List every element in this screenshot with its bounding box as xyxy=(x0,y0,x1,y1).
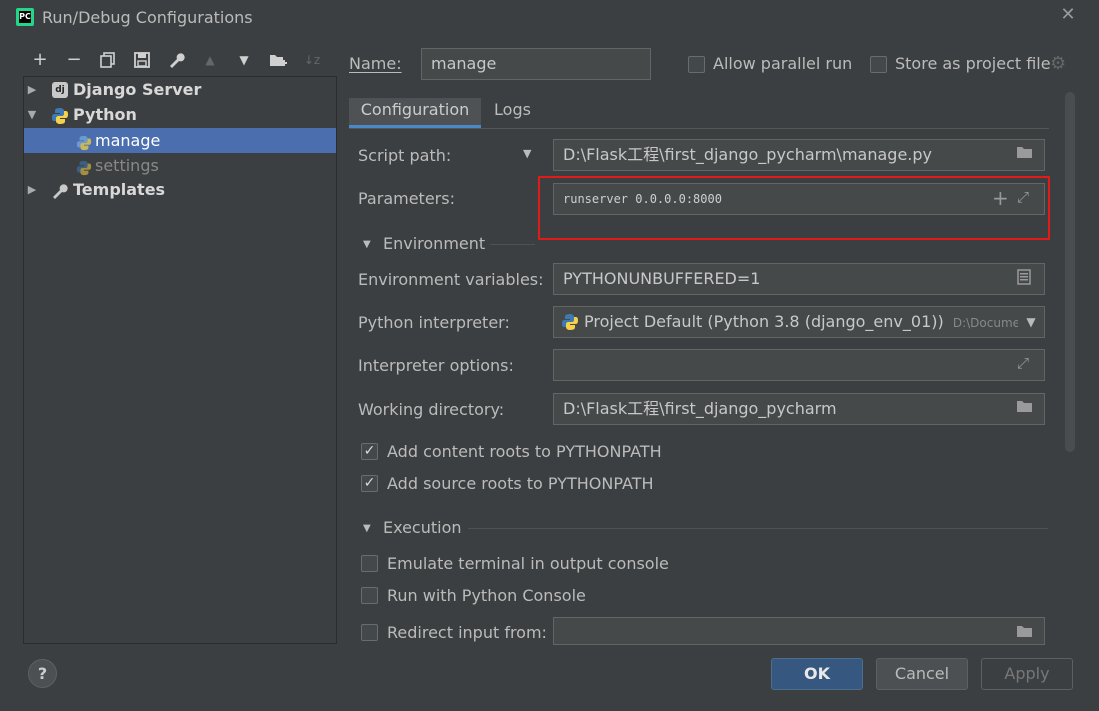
document-icon[interactable] xyxy=(1017,269,1031,289)
add-content-roots-label: Add content roots to PYTHONPATH xyxy=(387,442,662,461)
copy-icon xyxy=(100,52,115,68)
env-vars-label: Environment variables: xyxy=(358,270,544,289)
script-path-label: Script path: xyxy=(358,146,452,165)
interpreter-label: Python interpreter: xyxy=(358,313,510,332)
environment-section-title: Environment xyxy=(383,234,486,253)
highlight-box xyxy=(538,176,1050,240)
help-button[interactable]: ? xyxy=(28,659,57,688)
gear-icon[interactable]: ⚙ xyxy=(1050,53,1066,74)
add-source-roots-checkbox[interactable]: ✓ xyxy=(361,475,378,492)
remove-config-button[interactable]: − xyxy=(62,48,86,72)
redirect-input-checkbox[interactable] xyxy=(361,624,378,641)
copy-config-button[interactable] xyxy=(96,48,120,72)
sort-button[interactable]: ↓z xyxy=(300,48,324,72)
add-config-button[interactable]: + xyxy=(28,48,52,72)
emulate-terminal-label: Emulate terminal in output console xyxy=(387,554,669,573)
tree-item-templates[interactable]: ▶ Templates xyxy=(24,177,336,202)
parameters-label: Parameters: xyxy=(358,189,455,208)
folder-icon[interactable] xyxy=(1016,398,1034,418)
emulate-terminal-checkbox[interactable] xyxy=(361,555,378,572)
python-icon xyxy=(561,313,579,335)
pycharm-icon-inner: PC xyxy=(19,11,31,23)
tree-item-label: manage xyxy=(95,131,161,150)
script-type-dropdown-icon[interactable]: ▼ xyxy=(523,147,531,160)
expand-arrow-icon[interactable]: ▶ xyxy=(26,177,38,202)
interpreter-select[interactable]: Project Default (Python 3.8 (django_env_… xyxy=(553,306,1045,338)
script-path-input[interactable]: D:\Flask工程\first_django_pycharm\manage.p… xyxy=(553,139,1045,171)
edit-defaults-button[interactable] xyxy=(164,48,188,72)
close-icon[interactable]: ✕ xyxy=(1059,5,1077,25)
tab-divider xyxy=(349,128,1049,129)
scrollbar[interactable] xyxy=(1065,92,1075,452)
title-bar: PC Run/Debug Configurations ✕ xyxy=(0,0,1099,36)
python-icon xyxy=(51,107,68,124)
python-file-icon xyxy=(76,133,92,151)
window-title: Run/Debug Configurations xyxy=(42,8,253,27)
working-dir-input[interactable]: D:\Flask工程\first_django_pycharm xyxy=(553,393,1045,425)
ok-button[interactable]: OK xyxy=(771,658,863,690)
execution-section-title: Execution xyxy=(383,518,462,537)
check-icon: ✓ xyxy=(363,475,376,491)
run-python-console-label: Run with Python Console xyxy=(387,586,586,605)
working-dir-label: Working directory: xyxy=(358,400,505,419)
tree-item-manage[interactable]: manage xyxy=(24,128,336,153)
add-source-roots-label: Add source roots to PYTHONPATH xyxy=(387,474,654,493)
folder-icon[interactable] xyxy=(1016,623,1034,643)
tree-item-label: Python xyxy=(73,105,137,124)
run-python-console-checkbox[interactable] xyxy=(361,587,378,604)
cancel-button[interactable]: Cancel xyxy=(876,658,968,690)
folder-add-icon xyxy=(270,55,287,66)
wrench-icon xyxy=(51,182,68,199)
tree-item-settings[interactable]: settings xyxy=(24,153,336,178)
allow-parallel-checkbox[interactable] xyxy=(688,56,705,73)
new-folder-button[interactable] xyxy=(266,48,290,72)
chevron-down-icon[interactable]: ▼ xyxy=(1018,314,1044,336)
move-up-button[interactable]: ▲ xyxy=(198,48,222,72)
tree-item-label: Templates xyxy=(73,180,166,199)
check-icon: ✓ xyxy=(363,443,376,459)
collapse-arrow-icon[interactable]: ▼ xyxy=(26,102,38,127)
name-label: Name: xyxy=(349,54,402,73)
interp-options-label: Interpreter options: xyxy=(358,356,514,375)
wrench-icon xyxy=(170,53,185,68)
redirect-input-field[interactable] xyxy=(553,617,1045,645)
tab-configuration[interactable]: Configuration xyxy=(349,98,481,128)
tree-item-label: settings xyxy=(95,156,159,175)
redirect-input-label: Redirect input from: xyxy=(387,623,547,642)
section-divider xyxy=(468,528,1048,529)
tab-logs[interactable]: Logs xyxy=(485,98,540,128)
tree-item-python[interactable]: ▼ Python xyxy=(24,102,336,127)
add-content-roots-checkbox[interactable]: ✓ xyxy=(361,443,378,460)
section-collapse-icon[interactable]: ▼ xyxy=(363,523,371,534)
folder-icon[interactable] xyxy=(1016,144,1034,164)
store-project-checkbox[interactable] xyxy=(870,56,887,73)
section-collapse-icon[interactable]: ▼ xyxy=(363,239,371,250)
content-clip xyxy=(340,646,1080,654)
interp-options-input[interactable] xyxy=(553,349,1045,381)
tree-item-django-server[interactable]: ▶ dj Django Server xyxy=(24,77,336,102)
env-vars-input[interactable]: PYTHONUNBUFFERED=1 xyxy=(553,263,1045,295)
django-icon: dj xyxy=(52,82,68,98)
expand-arrow-icon[interactable]: ▶ xyxy=(26,77,38,102)
name-input[interactable]: manage xyxy=(421,48,651,80)
allow-parallel-label: Allow parallel run xyxy=(713,54,853,73)
move-down-button[interactable]: ▼ xyxy=(232,48,256,72)
save-config-button[interactable] xyxy=(130,48,154,72)
store-project-label: Store as project file xyxy=(895,54,1051,73)
interpreter-value: Project Default (Python 3.8 (django_env_… xyxy=(584,312,944,331)
apply-button[interactable]: Apply xyxy=(981,658,1073,690)
config-tree[interactable]: ▶ dj Django Server ▼ Python manage setti… xyxy=(23,76,337,644)
save-icon xyxy=(134,52,150,68)
tree-item-label: Django Server xyxy=(73,80,202,99)
python-file-icon xyxy=(76,158,92,176)
expand-icon[interactable]: ⤢ xyxy=(1017,354,1029,372)
section-divider xyxy=(490,244,535,245)
